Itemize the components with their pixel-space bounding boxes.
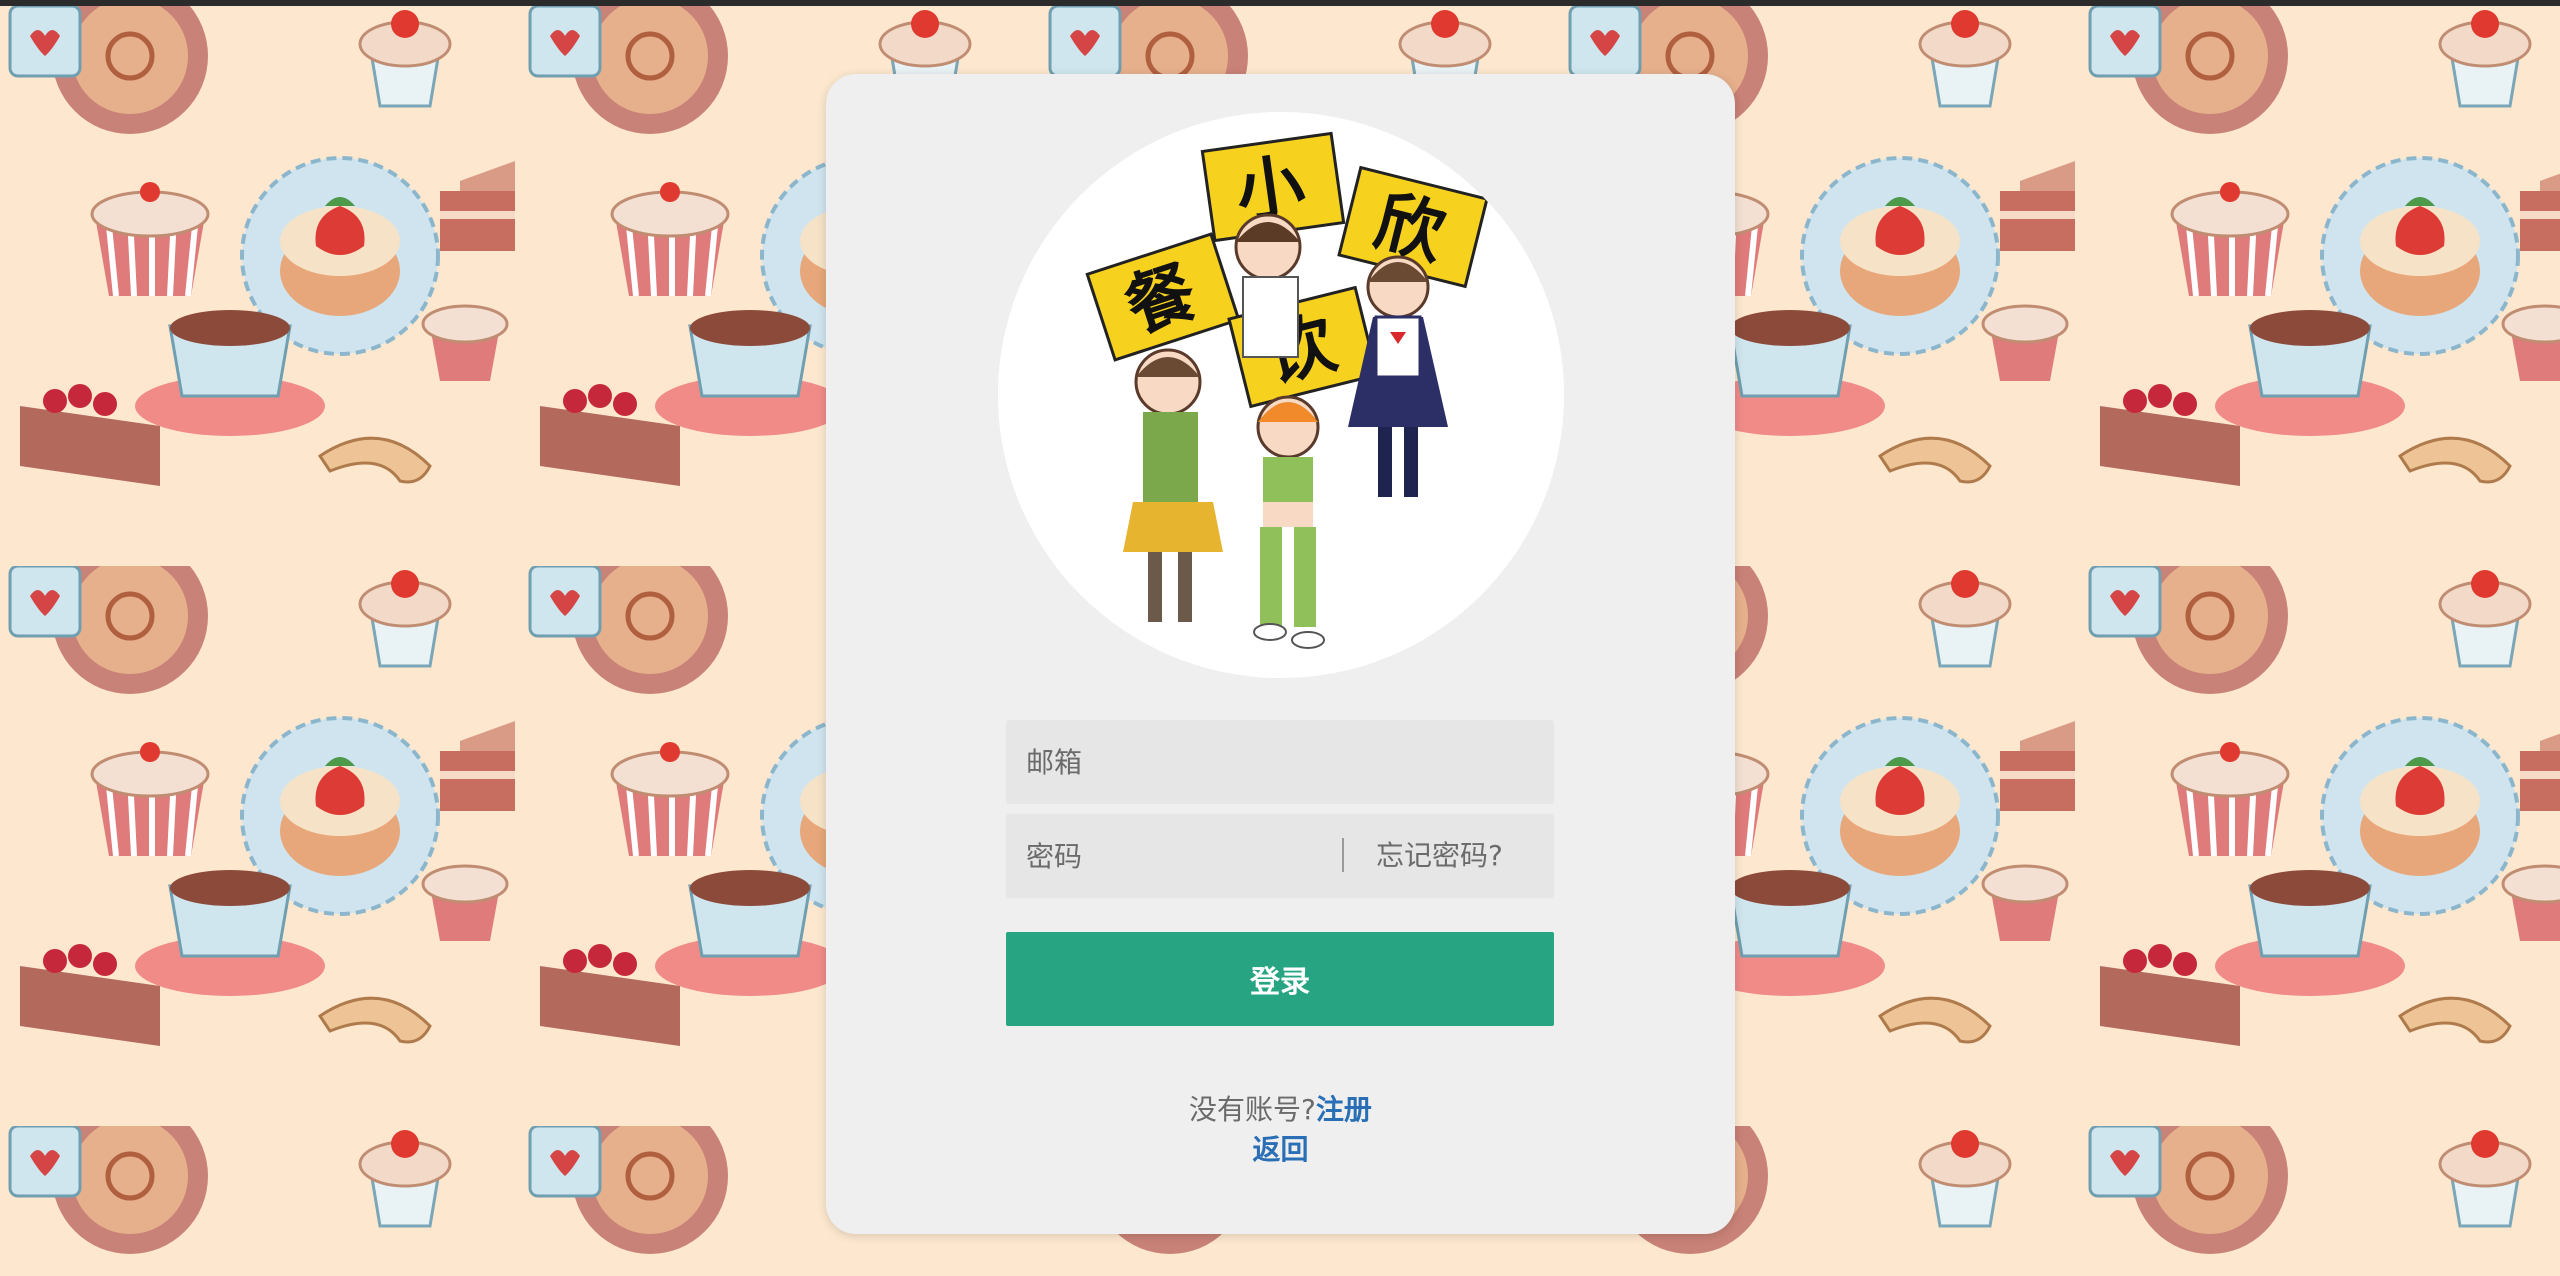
logo-avatar: 小 欣 餐 饮 bbox=[998, 112, 1564, 678]
back-row: 返回 bbox=[826, 1128, 1735, 1168]
login-button[interactable]: 登录 bbox=[1006, 932, 1554, 1026]
back-link[interactable]: 返回 bbox=[1252, 1133, 1308, 1166]
cheering-girls-logo: 小 欣 餐 饮 bbox=[998, 112, 1564, 678]
email-input[interactable] bbox=[1006, 720, 1554, 804]
forgot-password-link[interactable]: 忘记密码? bbox=[1376, 814, 1503, 898]
login-card: 小 欣 餐 饮 邮箱 忘记密码? 登录 没有账号?注册 返回 bbox=[826, 74, 1735, 1234]
email-field bbox=[1006, 720, 1554, 804]
password-input[interactable] bbox=[1006, 814, 1346, 898]
no-account-text: 没有账号? bbox=[1189, 1093, 1316, 1126]
register-link[interactable]: 注册 bbox=[1316, 1093, 1372, 1126]
password-field: 忘记密码? bbox=[1006, 814, 1554, 898]
field-divider bbox=[1342, 838, 1344, 872]
register-row: 没有账号?注册 bbox=[826, 1088, 1735, 1128]
